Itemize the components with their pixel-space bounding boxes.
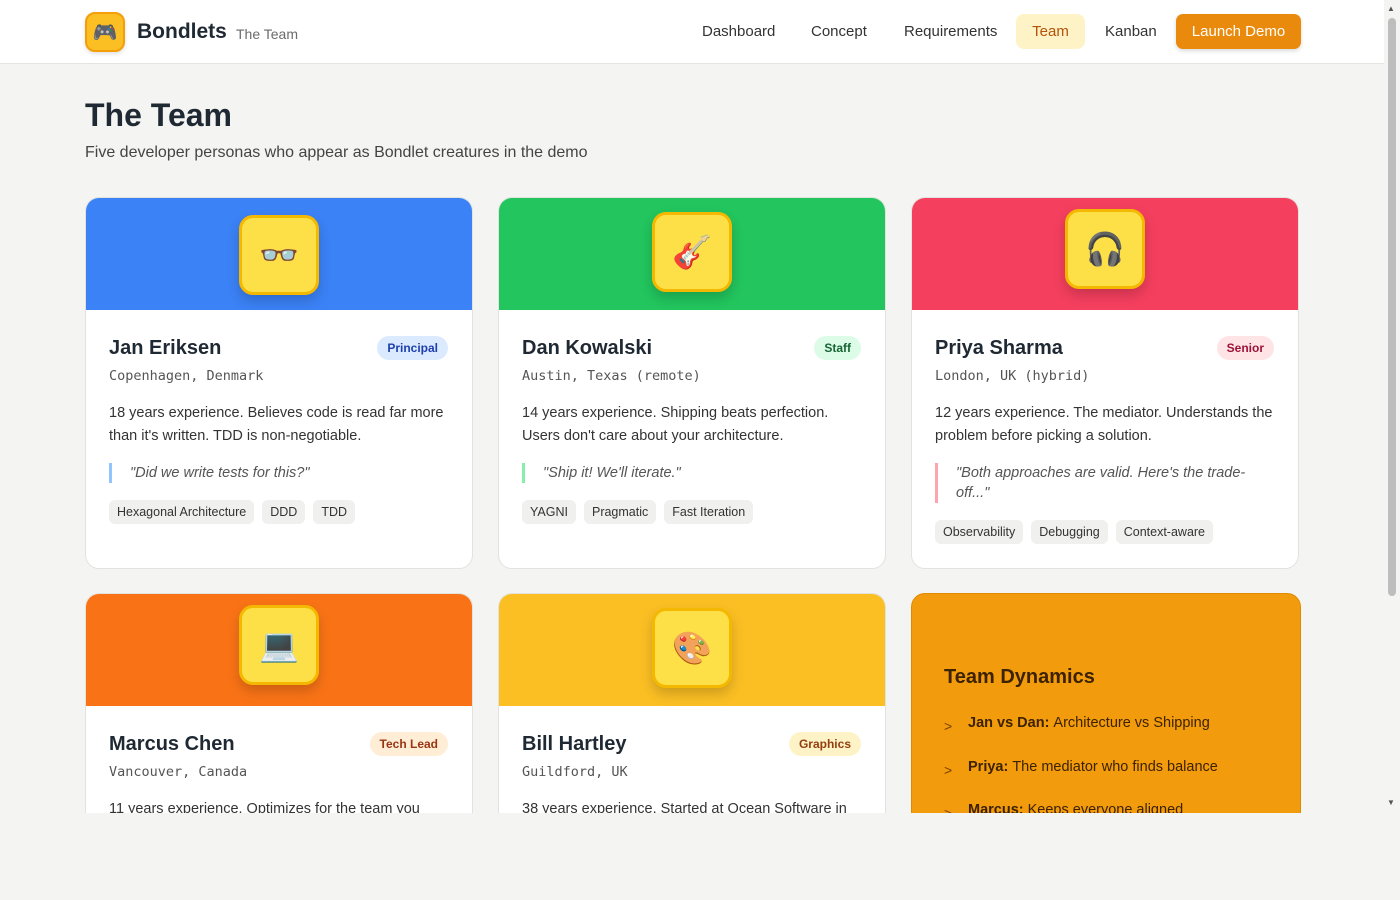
member-name: Jan Eriksen: [109, 337, 222, 359]
palette-avatar-icon: 🎨: [652, 608, 732, 688]
member-bio: 18 years experience. Believes code is re…: [109, 405, 444, 444]
role-badge: Graphics: [788, 732, 861, 756]
chevron-right-icon: >: [944, 805, 953, 813]
member-quote: "Both approaches are valid. Here's the t…: [935, 463, 1265, 503]
scroll-down-arrow-icon[interactable]: ▼: [1387, 798, 1395, 807]
page-subtitle: Five developer personas who appear as Bo…: [85, 144, 588, 161]
member-quote: "Ship it! We'll iterate.": [522, 463, 862, 483]
member-card-dan: 🎸 Dan Kowalski Staff Austin, Texas (remo…: [498, 197, 886, 569]
member-card-jan: 👓 Jan Eriksen Principal Copenhagen, Denm…: [85, 197, 473, 569]
tag: Debugging: [1031, 520, 1108, 544]
brand-name[interactable]: Bondlets: [137, 20, 227, 44]
nav-concept[interactable]: Concept: [799, 14, 879, 49]
member-location: Vancouver, Canada: [109, 764, 248, 780]
guitar-avatar-icon: 🎸: [652, 212, 732, 292]
page-title: The Team: [85, 97, 232, 133]
tag: Pragmatic: [583, 500, 657, 524]
member-bio: 38 years experience. Started at Ocean So…: [522, 801, 847, 813]
dynamics-text: The mediator who finds balance: [1012, 759, 1218, 775]
dynamics-who: Jan vs Dan:: [968, 715, 1050, 731]
headphones-avatar-icon: 🎧: [1065, 209, 1145, 289]
vertical-scrollbar[interactable]: ▲ ▼: [1384, 0, 1400, 812]
member-card-marcus: 💻 Marcus Chen Tech Lead Vancouver, Canad…: [85, 593, 473, 813]
nav-requirements[interactable]: Requirements: [892, 14, 1009, 49]
team-dynamics-title: Team Dynamics: [944, 666, 1095, 688]
main-content: The Team Five developer personas who app…: [0, 65, 1384, 813]
tag: DDD: [262, 500, 306, 524]
member-bio: 14 years experience. Shipping beats perf…: [522, 405, 829, 444]
brand-subtitle: The Team: [236, 26, 298, 42]
dynamics-item: > Jan vs Dan: Architecture vs Shipping: [944, 715, 1210, 734]
top-navigation-bar: 🎮 Bondlets The Team Dashboard Concept Re…: [0, 0, 1384, 64]
member-name: Priya Sharma: [935, 337, 1063, 359]
tag: TDD: [313, 500, 356, 524]
member-card-priya: 🎧 Priya Sharma Senior London, UK (hybrid…: [911, 197, 1299, 569]
member-location: Austin, Texas (remote): [522, 368, 701, 384]
member-name: Dan Kowalski: [522, 337, 653, 359]
dynamics-who: Priya:: [968, 759, 1009, 775]
member-bio: 11 years experience. Optimizes for the t…: [109, 801, 420, 813]
member-card-bill: 🎨 Bill Hartley Graphics Guildford, UK 38…: [498, 593, 886, 813]
gamepad-logo-icon[interactable]: 🎮: [85, 12, 125, 52]
role-badge: Staff: [814, 336, 861, 360]
glasses-avatar-icon: 👓: [239, 215, 319, 295]
tag: YAGNI: [522, 500, 576, 524]
laptop-avatar-icon: 💻: [239, 605, 319, 685]
tag: Hexagonal Architecture: [109, 500, 255, 524]
scroll-up-arrow-icon[interactable]: ▲: [1387, 4, 1395, 13]
tag: Fast Iteration: [664, 500, 754, 524]
launch-demo-button[interactable]: Launch Demo: [1176, 14, 1301, 49]
member-name: Marcus Chen: [109, 733, 235, 755]
member-name: Bill Hartley: [522, 733, 627, 755]
member-location: Copenhagen, Denmark: [109, 368, 264, 384]
tag-list: Observability Debugging Context-aware: [935, 520, 1214, 544]
team-dynamics-card: Team Dynamics > Jan vs Dan: Architecture…: [911, 593, 1301, 813]
nav-team[interactable]: Team: [1016, 14, 1085, 49]
role-badge: Principal: [377, 336, 448, 360]
tag: Observability: [935, 520, 1024, 544]
tag-list: Hexagonal Architecture DDD TDD: [109, 500, 356, 524]
dynamics-text: Keeps everyone aligned: [1027, 802, 1184, 813]
dynamics-item: > Marcus: Keeps everyone aligned: [944, 802, 1183, 813]
member-location: Guildford, UK: [522, 764, 628, 780]
member-location: London, UK (hybrid): [935, 368, 1090, 384]
tag: Context-aware: [1115, 520, 1214, 544]
chevron-right-icon: >: [944, 762, 953, 778]
tag-list: YAGNI Pragmatic Fast Iteration: [522, 500, 754, 524]
member-quote: "Did we write tests for this?": [109, 463, 449, 483]
dynamics-who: Marcus:: [968, 802, 1024, 813]
dynamics-text: Architecture vs Shipping: [1053, 715, 1210, 731]
nav-dashboard[interactable]: Dashboard: [690, 14, 787, 49]
dynamics-item: > Priya: The mediator who finds balance: [944, 759, 1218, 778]
nav-kanban[interactable]: Kanban: [1093, 14, 1169, 49]
role-badge: Tech Lead: [369, 732, 448, 756]
member-bio: 12 years experience. The mediator. Under…: [935, 405, 1273, 444]
role-badge: Senior: [1216, 336, 1274, 360]
scroll-thumb[interactable]: [1388, 18, 1396, 596]
chevron-right-icon: >: [944, 718, 953, 734]
